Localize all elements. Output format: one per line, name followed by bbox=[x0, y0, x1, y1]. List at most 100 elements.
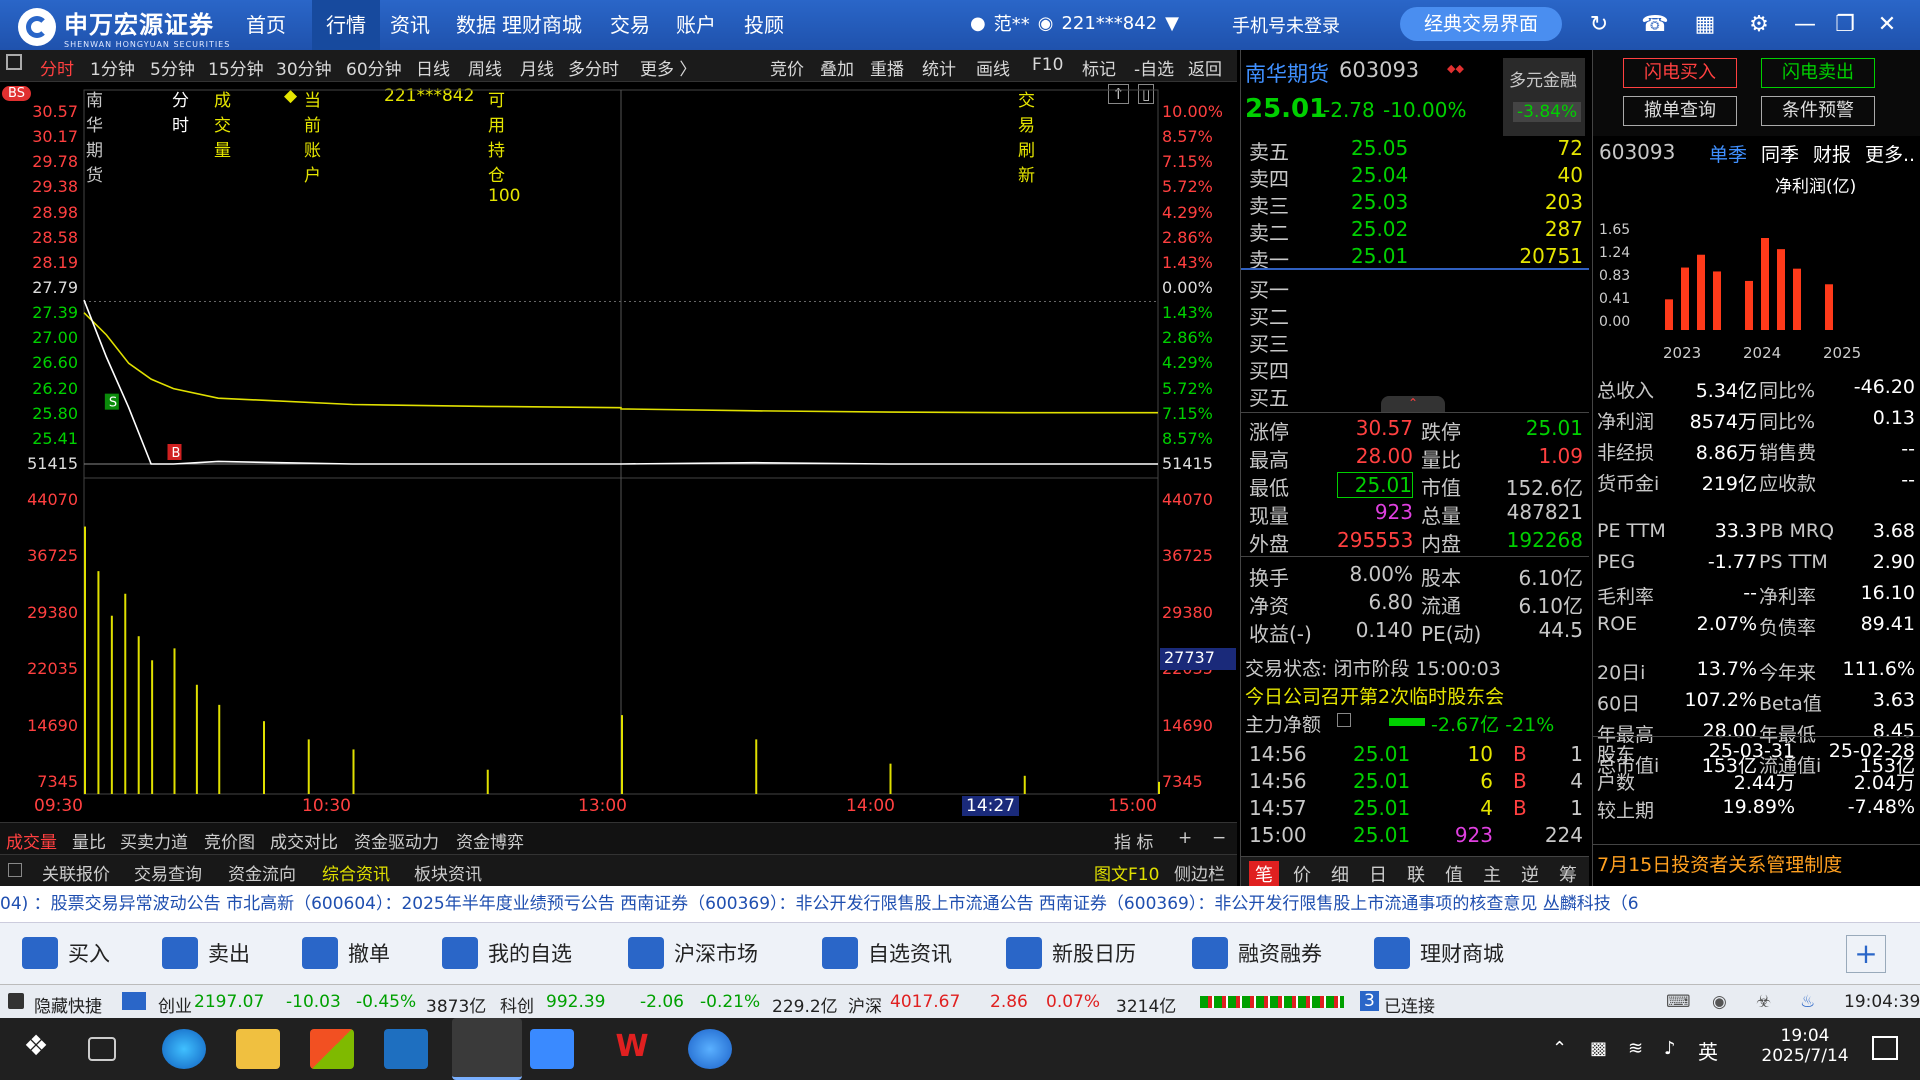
toolbar-right-item-4[interactable]: 画线 bbox=[976, 55, 1010, 80]
minimize-icon[interactable]: — bbox=[1790, 10, 1820, 40]
no-alert-icon[interactable]: ☣ bbox=[1756, 992, 1771, 1012]
store-icon[interactable] bbox=[310, 1029, 354, 1069]
refresh-icon[interactable]: ↻ bbox=[1584, 10, 1614, 40]
wps-icon[interactable]: W bbox=[610, 1029, 654, 1069]
ime-indicator[interactable]: 英 bbox=[1698, 1036, 1718, 1065]
headset-small-icon[interactable]: ◉ bbox=[1712, 992, 1727, 1012]
folder-icon[interactable] bbox=[236, 1029, 280, 1069]
info-tab-1[interactable]: 交易查询 bbox=[134, 860, 202, 885]
action-6[interactable]: 新股日历 bbox=[1006, 937, 1136, 969]
quote-tab-3[interactable]: 日 bbox=[1363, 861, 1393, 887]
list-icon[interactable] bbox=[1337, 713, 1351, 727]
bell-icon[interactable]: ♨ bbox=[1800, 992, 1815, 1012]
notification-icon[interactable] bbox=[1872, 1036, 1898, 1060]
gear-icon[interactable]: ⚙ bbox=[1744, 10, 1774, 40]
hide-shortcuts[interactable]: 隐藏快捷 bbox=[34, 992, 102, 1017]
nav-item-2[interactable]: 资讯 bbox=[376, 0, 444, 50]
toolbar-item-1[interactable]: 1分钟 bbox=[90, 55, 135, 80]
toolbar-right-item-3[interactable]: 统计 bbox=[922, 55, 956, 80]
indicator-tab-4[interactable]: 成交对比 bbox=[270, 828, 338, 853]
wifi-icon[interactable]: ≋ bbox=[1628, 1038, 1643, 1059]
flash-buy-button[interactable]: 闪电买入 bbox=[1623, 58, 1737, 88]
keyboard-icon[interactable]: ⌨ bbox=[1666, 992, 1691, 1012]
mobile-login[interactable]: 手机号未登录 bbox=[1232, 12, 1340, 38]
flash-sell-button[interactable]: 闪电卖出 bbox=[1761, 58, 1875, 88]
info-tab-2[interactable]: 资金流向 bbox=[228, 860, 296, 885]
toolbar-right-item-5[interactable]: F10 bbox=[1032, 55, 1063, 75]
company-notice[interactable]: 今日公司召开第2次临时股东会 bbox=[1245, 682, 1504, 709]
toolbar-right-item-8[interactable]: 返回 bbox=[1188, 55, 1222, 80]
action-0[interactable]: 买入 bbox=[22, 937, 110, 969]
toolbar-item-3[interactable]: 15分钟 bbox=[208, 55, 264, 80]
windows-start-icon[interactable]: ❖ bbox=[14, 1029, 58, 1069]
classic-mode-button[interactable]: 经典交易界面 bbox=[1400, 7, 1562, 41]
quote-tab-0[interactable]: 笔 bbox=[1249, 861, 1279, 887]
toolbar-item-4[interactable]: 30分钟 bbox=[276, 55, 332, 80]
condition-alert-button[interactable]: 条件预警 bbox=[1761, 96, 1875, 126]
fin-tab-1[interactable]: 同季 bbox=[1761, 140, 1799, 168]
action-8[interactable]: 理财商城 bbox=[1374, 937, 1504, 969]
outlook-icon[interactable] bbox=[384, 1029, 428, 1069]
edge-icon[interactable] bbox=[162, 1029, 206, 1069]
info-tab-0[interactable]: 关联报价 bbox=[42, 860, 110, 885]
clock[interactable]: 19:04 2025/7/14 bbox=[1760, 1026, 1850, 1066]
toolbar-item-5[interactable]: 60分钟 bbox=[346, 55, 402, 80]
quote-tab-5[interactable]: 值 bbox=[1439, 861, 1469, 887]
action-1[interactable]: 卖出 bbox=[162, 937, 250, 969]
toolbar-item-9[interactable]: 多分时 bbox=[568, 55, 619, 80]
sector-name[interactable]: 多元金融 bbox=[1509, 66, 1577, 91]
info-tab-3[interactable]: 综合资讯 bbox=[322, 860, 390, 885]
grid-icon[interactable]: ▦ bbox=[1690, 10, 1720, 40]
news-ticker[interactable]: 04) ：股票交易异常波动公告 市北高新（600604）：2025年半年度业绩预… bbox=[0, 886, 1920, 922]
indicator-tab-1[interactable]: 量比 bbox=[72, 828, 106, 853]
cancel-query-button[interactable]: 撤单查询 bbox=[1623, 96, 1737, 126]
toolbar-right-item-6[interactable]: 标记 bbox=[1082, 55, 1116, 80]
nav-item-5[interactable]: 交易 bbox=[596, 0, 664, 50]
toolbar-item-10[interactable]: 更多 〉 bbox=[640, 55, 696, 80]
toolbar-right-item-2[interactable]: 重播 bbox=[870, 55, 904, 80]
fin-news[interactable]: 7月15日投资者关系管理制度 bbox=[1597, 850, 1842, 878]
toolbar-item-6[interactable]: 日线 bbox=[416, 55, 450, 80]
battery-icon[interactable]: ▩ bbox=[1590, 1038, 1607, 1059]
user-info[interactable]: ● 范** ◉ 221***842 ▼ bbox=[970, 10, 1179, 36]
nav-item-6[interactable]: 账户 bbox=[662, 0, 730, 50]
feishu-icon[interactable] bbox=[530, 1029, 574, 1069]
sidebar-toggle-icon[interactable] bbox=[6, 54, 22, 70]
nav-item-1[interactable]: 行情 bbox=[312, 0, 380, 50]
hide-icon[interactable] bbox=[8, 993, 24, 1009]
indicator-ctrl-2[interactable]: − bbox=[1212, 828, 1226, 848]
toolbar-right-item-1[interactable]: 叠加 bbox=[820, 55, 854, 80]
indicator-ctrl-0[interactable]: 指 标 bbox=[1114, 828, 1153, 853]
info-ctrl-1[interactable]: 侧边栏 bbox=[1174, 860, 1225, 885]
indicator-tab-6[interactable]: 资金博弈 bbox=[456, 828, 524, 853]
indicator-tab-5[interactable]: 资金驱动力 bbox=[354, 828, 439, 853]
close-icon[interactable]: ✕ bbox=[1872, 10, 1902, 40]
quote-tab-1[interactable]: 价 bbox=[1287, 861, 1317, 887]
action-7[interactable]: 融资融券 bbox=[1192, 937, 1322, 969]
add-action-icon[interactable]: + bbox=[1846, 935, 1886, 973]
action-3[interactable]: 我的自选 bbox=[442, 937, 572, 969]
action-5[interactable]: 自选资讯 bbox=[822, 937, 952, 969]
volume-icon[interactable]: ♪ bbox=[1664, 1038, 1676, 1059]
action-4[interactable]: 沪深市场 bbox=[628, 937, 758, 969]
ticker-text[interactable]: 04) ：股票交易异常波动公告 市北高新（600604）：2025年半年度业绩预… bbox=[0, 894, 1639, 914]
nav-item-4[interactable]: 理财商城 bbox=[488, 0, 596, 50]
quote-tab-2[interactable]: 细 bbox=[1325, 861, 1355, 887]
toolbar-item-7[interactable]: 周线 bbox=[468, 55, 502, 80]
indicator-ctrl-1[interactable]: + bbox=[1178, 828, 1192, 848]
active-app-icon[interactable] bbox=[452, 1018, 522, 1080]
quote-tab-6[interactable]: 主 bbox=[1477, 861, 1507, 887]
toolbar-item-0[interactable]: 分时 bbox=[40, 55, 74, 80]
toolbar-item-8[interactable]: 月线 bbox=[520, 55, 554, 80]
intraday-chart[interactable]: SB bbox=[0, 82, 1237, 822]
info-ctrl-0[interactable]: 图文F10 bbox=[1094, 860, 1159, 885]
indicator-tab-2[interactable]: 买卖力道 bbox=[120, 828, 188, 853]
indicator-tab-0[interactable]: 成交量 bbox=[6, 828, 57, 853]
fin-tab-0[interactable]: 单季 bbox=[1709, 140, 1747, 168]
task-view-icon[interactable] bbox=[88, 1037, 116, 1061]
broker-app-icon[interactable] bbox=[688, 1029, 732, 1069]
headset-icon[interactable]: ☎ bbox=[1640, 10, 1670, 40]
info-tab-4[interactable]: 板块资讯 bbox=[414, 860, 482, 885]
quote-tab-7[interactable]: 逆 bbox=[1515, 861, 1545, 887]
quote-tab-8[interactable]: 筹 bbox=[1553, 861, 1583, 887]
